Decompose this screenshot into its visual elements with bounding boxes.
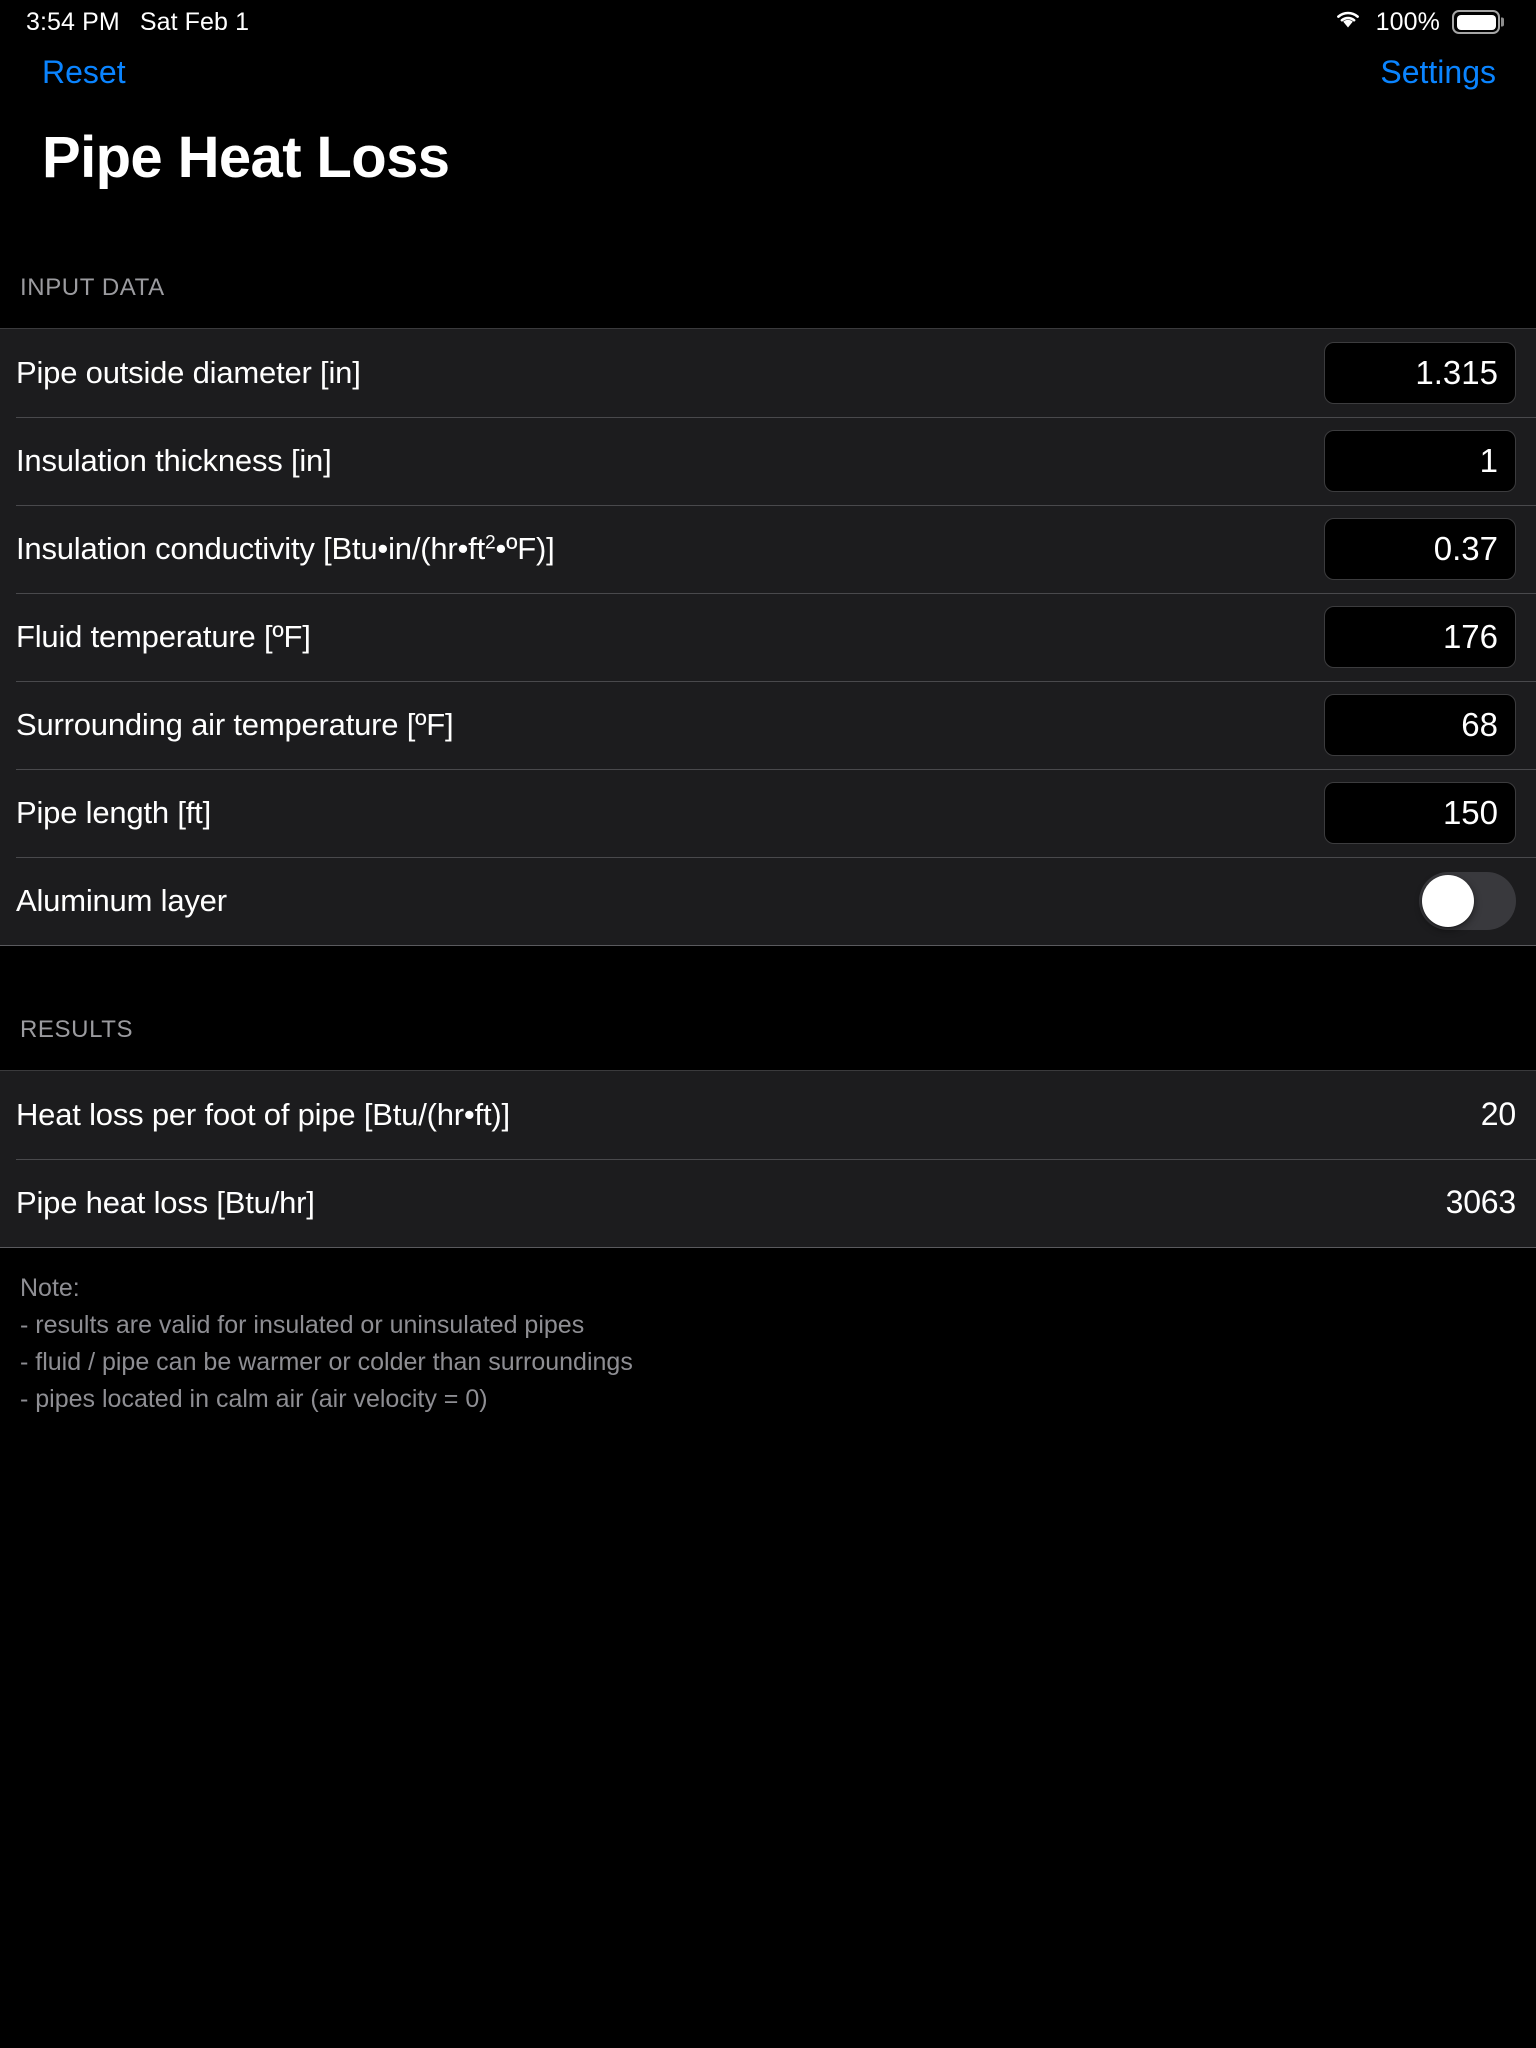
fluid-temperature-label: Fluid temperature [ºF] <box>16 618 311 654</box>
battery-fill <box>1456 14 1496 30</box>
nav-bar: Reset Settings <box>0 44 1536 100</box>
aluminum-layer-toggle[interactable] <box>1419 871 1516 930</box>
battery-percent: 100% <box>1375 7 1440 36</box>
input-data-section-header: INPUT DATA <box>20 273 165 301</box>
table-row: Pipe heat loss [Btu/hr] 3063 <box>0 1158 1536 1247</box>
fluid-temperature-input[interactable]: 176 <box>1324 605 1516 668</box>
table-row: Fluid temperature [ºF] 176 <box>0 592 1536 681</box>
pipe-length-input[interactable]: 150 <box>1324 781 1516 844</box>
table-row: Pipe length [ft] 150 <box>0 768 1536 857</box>
table-row: Heat loss per foot of pipe [Btu/(hr•ft)]… <box>0 1071 1536 1159</box>
input-data-table: Pipe outside diameter [in] 1.315 Insulat… <box>0 327 1536 946</box>
results-table: Heat loss per foot of pipe [Btu/(hr•ft)]… <box>0 1069 1536 1248</box>
table-row: Pipe outside diameter [in] 1.315 <box>0 329 1536 417</box>
settings-button[interactable]: Settings <box>1380 56 1496 88</box>
status-time: 3:54 PM <box>26 7 120 36</box>
reset-button[interactable]: Reset <box>42 56 126 88</box>
insulation-thickness-input[interactable]: 1 <box>1324 429 1516 492</box>
table-row: Insulation thickness [in] 1 <box>0 416 1536 505</box>
heat-loss-per-foot-label: Heat loss per foot of pipe [Btu/(hr•ft)] <box>16 1096 510 1132</box>
table-row: Surrounding air temperature [ºF] 68 <box>0 680 1536 769</box>
insulation-thickness-label: Insulation thickness [in] <box>16 442 332 478</box>
insulation-conductivity-input[interactable]: 0.37 <box>1324 517 1516 580</box>
pipe-outside-diameter-label: Pipe outside diameter [in] <box>16 354 361 390</box>
wifi-icon <box>1332 7 1364 38</box>
surrounding-air-temperature-input[interactable]: 68 <box>1324 693 1516 756</box>
status-bar: 3:54 PM Sat Feb 1 100% <box>0 0 1536 44</box>
results-section-header: RESULTS <box>20 1015 134 1043</box>
battery-full-icon <box>1452 10 1500 34</box>
table-row: Aluminum layer <box>0 856 1536 945</box>
page-title: Pipe Heat Loss <box>42 125 450 190</box>
toggle-knob <box>1422 874 1474 927</box>
pipe-outside-diameter-input[interactable]: 1.315 <box>1324 341 1516 404</box>
note-text: Note: - results are valid for insulated … <box>20 1273 633 1413</box>
aluminum-layer-label: Aluminum layer <box>16 882 227 918</box>
pipe-heat-loss-label: Pipe heat loss [Btu/hr] <box>16 1184 315 1220</box>
table-row: Insulation conductivity [Btu•in/(hr•ft2•… <box>0 504 1536 593</box>
insulation-conductivity-label: Insulation conductivity [Btu•in/(hr•ft2•… <box>16 530 555 566</box>
status-bar-right: 100% <box>1332 7 1500 38</box>
status-date: Sat Feb 1 <box>139 7 250 36</box>
pipe-length-label: Pipe length [ft] <box>16 794 211 830</box>
heat-loss-per-foot-value: 20 <box>1480 1096 1516 1133</box>
status-bar-left: 3:54 PM Sat Feb 1 <box>26 8 249 37</box>
pipe-heat-loss-value: 3063 <box>1445 1184 1517 1221</box>
surrounding-air-temperature-label: Surrounding air temperature [ºF] <box>16 706 454 742</box>
